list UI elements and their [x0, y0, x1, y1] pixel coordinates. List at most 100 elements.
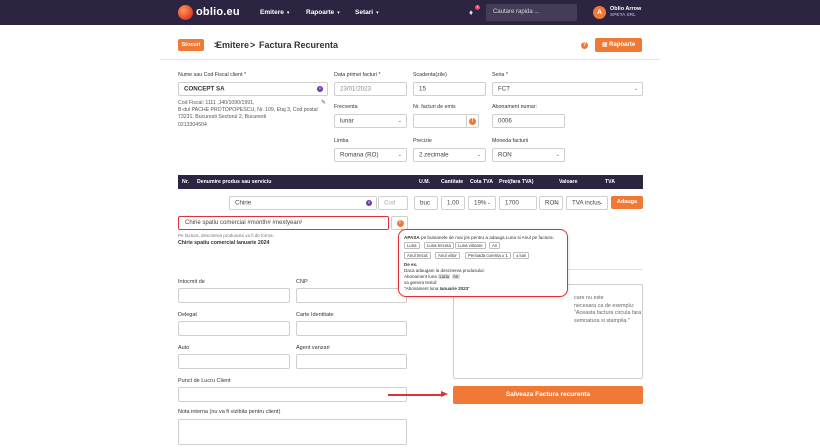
due-label: Scadenta(zile) — [413, 72, 447, 78]
nav-setari[interactable]: Setari ▾ — [355, 9, 379, 16]
col-vat-rate: Cota TVA — [470, 179, 493, 185]
freq-label: Frecventa — [334, 104, 358, 110]
col-name: Denumire produs sau serviciu — [197, 179, 272, 185]
col-price: Pret(fara TVA) — [499, 179, 534, 185]
agent-input[interactable] — [296, 354, 407, 369]
carte-input[interactable] — [296, 321, 407, 336]
chip-anul-trecut[interactable]: Anul trecut — [404, 252, 431, 259]
stocuri-button[interactable]: Stocuri — [178, 39, 204, 51]
cnp-input[interactable] — [296, 288, 407, 303]
clear-client-icon[interactable]: × — [317, 86, 323, 92]
notifications-badge: 1 — [475, 5, 480, 10]
add-product-button[interactable]: Adauga — [611, 196, 643, 209]
chip-luna-trecuta[interactable]: Luna trecuta — [424, 242, 454, 249]
col-value: Valoare — [559, 179, 578, 185]
oblio-logo-icon[interactable] — [178, 5, 193, 20]
agent-label: Agent vanzari — [296, 345, 330, 351]
page-title: Factura Recurenta — [259, 40, 339, 50]
chip-luna-viitoare[interactable]: Luna viitoare — [455, 242, 486, 249]
price-input[interactable]: 1700 — [499, 196, 537, 210]
mentions-textarea[interactable]: care nu este necesara ca de exemplu: "Ac… — [453, 284, 643, 379]
divider — [160, 59, 660, 60]
date-input[interactable]: 23/01/2023 — [334, 82, 407, 96]
delegat-input[interactable] — [178, 321, 290, 336]
vat-mode-select[interactable]: TVA inclus ⌄ — [566, 196, 608, 210]
chip-an[interactable]: An — [489, 242, 501, 249]
annotation-arrow — [388, 394, 444, 396]
clear-product-icon[interactable]: × — [366, 200, 372, 206]
chevron-down-icon: ⌄ — [633, 86, 638, 92]
product-description-input[interactable]: Chirie spatiu comercial #month# #nextyea… — [178, 216, 389, 230]
annotation-arrow-head-icon — [441, 391, 448, 397]
vat-rate-select[interactable]: 19% ⌄ — [468, 196, 496, 210]
nota-label: Nota interna (nu va fi vizibila pentru c… — [178, 409, 281, 415]
chevron-down-icon: ⌄ — [486, 200, 491, 206]
count-info[interactable]: ! — [466, 114, 479, 128]
save-recurring-invoice-button[interactable]: Salveaza Factura recurenta — [453, 386, 643, 404]
auto-input[interactable] — [178, 354, 290, 369]
series-label: Seria * — [492, 72, 508, 78]
auto-label: Auto — [178, 345, 190, 351]
language-label: Limba — [334, 138, 349, 144]
product-code-input[interactable]: Cod — [378, 196, 408, 210]
col-nr: Nr. — [182, 179, 189, 185]
client-label: Nume sau Cod Fiscal client * — [178, 72, 247, 78]
breadcrumb-emitere[interactable]: Emitere — [216, 40, 249, 50]
info-icon: ! — [396, 220, 404, 227]
precision-select[interactable]: 2 zecimale ⌄ — [413, 148, 486, 162]
carte-label: Carte Identitate — [296, 312, 334, 318]
cnp-label: CNP — [296, 279, 308, 285]
language-select[interactable]: Romana (RO) ⌄ — [334, 148, 407, 162]
nav-rapoarte[interactable]: Rapoarte ▾ — [306, 9, 340, 16]
row-currency-select[interactable]: RON ⌄ — [539, 196, 563, 210]
help-icon[interactable]: ? — [581, 42, 588, 49]
chevron-down-icon: ▾ — [376, 10, 379, 16]
user-avatar[interactable]: A — [593, 6, 606, 19]
chip-luna[interactable]: Luna — [404, 242, 420, 249]
quantity-input[interactable]: 1.00 — [441, 196, 465, 210]
nav-emitere[interactable]: Emitere ▾ — [260, 9, 289, 16]
frequency-select[interactable]: lunar ⌄ — [334, 114, 407, 128]
client-details: Cod Fiscal: 1111 ,J40/1090/1991, B-dul P… — [178, 100, 318, 128]
currency-select[interactable]: RON ⌄ — [492, 148, 565, 162]
punct-lucru-input[interactable] — [178, 387, 407, 402]
due-input[interactable]: 15 — [413, 82, 486, 96]
chevron-down-icon: ▾ — [286, 10, 290, 16]
chevron-down-icon: ⌄ — [553, 200, 558, 206]
um-input[interactable]: buc — [414, 196, 438, 210]
user-name[interactable]: Oblio Arrow — [610, 6, 641, 12]
products-table-header: Nr. Denumire produs sau serviciu U.M. Ca… — [178, 175, 643, 189]
chevron-down-icon: ⌄ — [397, 152, 402, 158]
brand-name[interactable]: oblio.eu — [196, 6, 240, 18]
chip-anul-viitor[interactable]: Anul viitor — [435, 252, 460, 259]
quick-search-input[interactable]: Cautare rapida ... — [486, 4, 577, 21]
subscription-input[interactable]: 0006 — [492, 114, 565, 128]
description-info[interactable]: ! — [391, 216, 408, 230]
intocmit-input[interactable] — [178, 288, 290, 303]
chevron-down-icon: ⌄ — [476, 152, 481, 158]
chevron-down-icon: ⌄ — [555, 152, 560, 158]
invoice-count-input[interactable] — [413, 114, 467, 128]
currency-label: Moneda facturii — [492, 138, 529, 144]
col-vat: TVA — [605, 179, 615, 185]
chip-perioada-curenta[interactable]: Perioada curenta ± 1 — [465, 252, 511, 259]
search-placeholder: Cautare rapida ... — [493, 9, 540, 15]
nota-textarea[interactable] — [178, 419, 407, 445]
col-um: U.M. — [419, 179, 430, 185]
info-icon: ! — [469, 118, 476, 125]
breadcrumb-sep-icon: > — [250, 40, 256, 50]
chevron-down-icon: ⌄ — [397, 118, 402, 124]
edit-pencil-icon[interactable]: ✎ — [321, 99, 326, 106]
count-label: Nr. facturi de emis — [413, 104, 456, 110]
product-name-input[interactable]: Chirie × — [229, 196, 377, 210]
rapoarte-button[interactable]: ▦ Rapoarte — [595, 38, 642, 52]
intocmit-label: Intocmit de — [178, 279, 205, 285]
subscription-label: Abonament numar: — [492, 104, 538, 110]
chip-plus-minus-luni[interactable]: ± luni — [513, 252, 530, 259]
client-input[interactable]: CONCEPT SA × — [178, 82, 328, 96]
precision-label: Precizie — [413, 138, 432, 144]
series-select[interactable]: FCT ⌄ — [492, 82, 643, 96]
col-qty: Cantitate — [441, 179, 464, 185]
placeholder-help-popup: APASA pe butoanele de mai jos pentru a a… — [398, 229, 568, 297]
delegat-label: Delegat — [178, 312, 197, 318]
